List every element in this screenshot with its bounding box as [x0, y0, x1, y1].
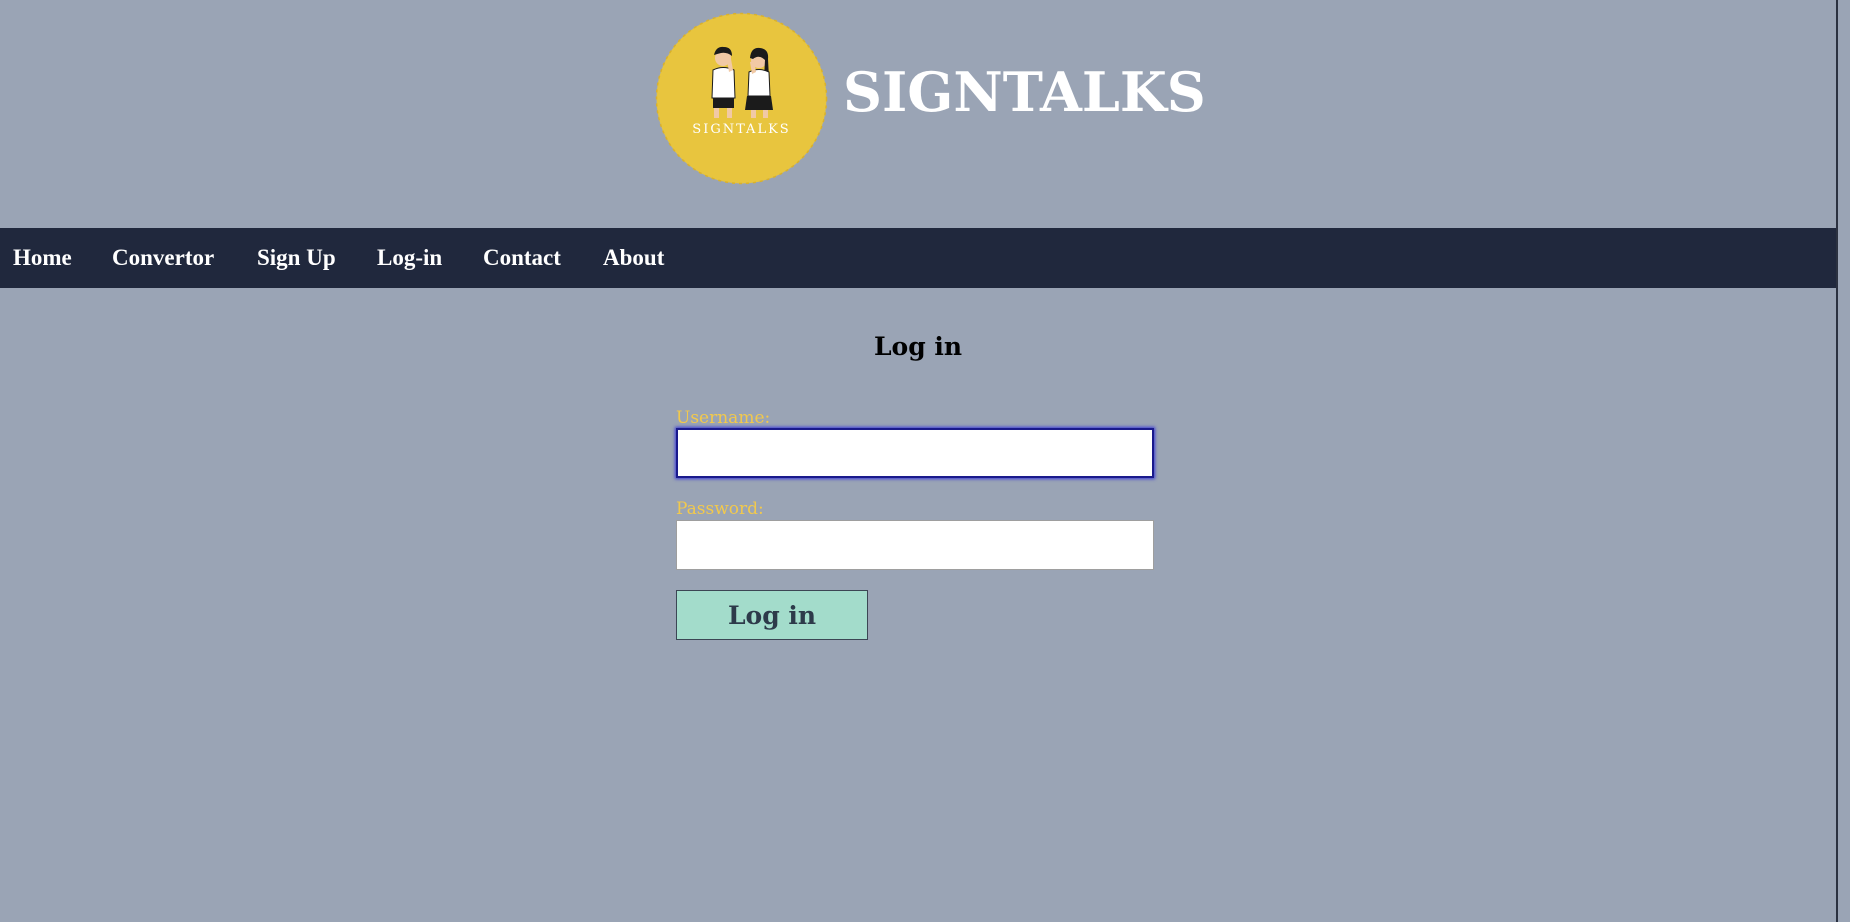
- brand-title: SIGNTALKS: [843, 60, 1206, 124]
- nav-about[interactable]: About: [603, 228, 664, 288]
- window-edge: [1836, 0, 1850, 922]
- nav-contact[interactable]: Contact: [483, 228, 561, 288]
- nav-home[interactable]: Home: [13, 228, 72, 288]
- logo-text: SIGNTALKS: [692, 122, 790, 137]
- password-label: Password:: [676, 499, 764, 519]
- username-input[interactable]: [676, 428, 1154, 478]
- logo[interactable]: SIGNTALKS: [655, 12, 828, 185]
- header: SIGNTALKS SIGNTALKS: [0, 0, 1836, 228]
- nav-sign-up[interactable]: Sign Up: [257, 228, 336, 288]
- login-button[interactable]: Log in: [676, 590, 868, 640]
- password-input[interactable]: [676, 520, 1154, 570]
- nav-log-in[interactable]: Log-in: [377, 228, 442, 288]
- username-label: Username:: [676, 408, 771, 428]
- page-title: Log in: [873, 332, 963, 361]
- nav-convertor[interactable]: Convertor: [112, 228, 214, 288]
- navbar: Home Convertor Sign Up Log-in Contact Ab…: [0, 228, 1836, 288]
